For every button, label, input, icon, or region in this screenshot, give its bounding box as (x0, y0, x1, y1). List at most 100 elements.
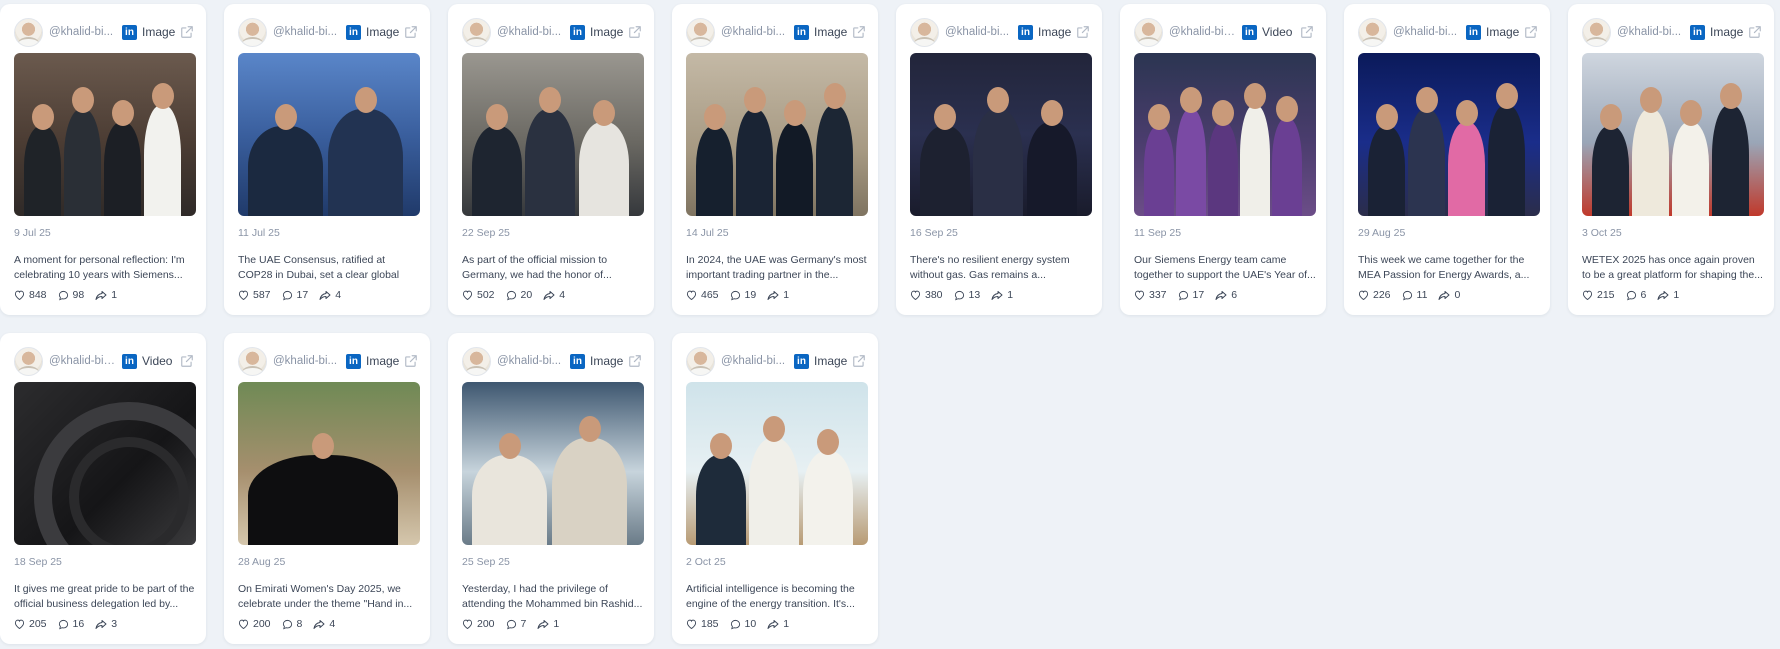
media-type-label: Image (1038, 25, 1072, 39)
post-date: 16 Sep 25 (910, 227, 958, 239)
author-handle[interactable]: @khalid-bin... (49, 355, 117, 367)
external-link-icon[interactable] (1076, 25, 1090, 39)
post-image[interactable] (686, 53, 868, 216)
comments-count: 17 (296, 289, 309, 301)
comments-stat: 17 (1178, 289, 1205, 301)
linkedin-icon: in (346, 353, 361, 369)
post-header: @khalid-bi... in Image (462, 346, 642, 376)
author-handle[interactable]: @khalid-bin... (1169, 26, 1237, 38)
post-image[interactable] (1582, 53, 1764, 216)
author-handle[interactable]: @khalid-bi... (721, 355, 789, 367)
author-handle[interactable]: @khalid-bi... (1617, 26, 1685, 38)
external-link-icon[interactable] (628, 25, 642, 39)
post-date: 3 Oct 25 (1582, 227, 1622, 239)
comments-stat: 6 (1626, 289, 1646, 301)
author-handle[interactable]: @khalid-bi... (497, 355, 565, 367)
post-card[interactable]: @khalid-bi... in Image 9 Jul 25 A moment for… (0, 4, 206, 315)
post-card[interactable]: @khalid-bin... in Video 11 Sep 25 Our Siemen… (1120, 4, 1326, 315)
comments-count: 98 (72, 289, 85, 301)
linkedin-icon: in (1690, 24, 1705, 40)
external-link-icon[interactable] (628, 354, 642, 368)
post-card[interactable]: @khalid-bi... in Image 2 Oct 25 Artificial i… (672, 333, 878, 644)
linkedin-icon: in (794, 24, 809, 40)
post-card[interactable]: @khalid-bi... in Image 22 Sep 25 As part of … (448, 4, 654, 315)
post-image[interactable] (1134, 53, 1316, 216)
linkedin-icon: in (122, 24, 137, 40)
external-link-icon[interactable] (1300, 25, 1314, 39)
media-type-label: Image (590, 25, 624, 39)
post-card[interactable]: @khalid-bi... in Image 25 Sep 25 Yesterday, … (448, 333, 654, 644)
post-stats: 587 17 4 (238, 289, 352, 301)
share-icon (767, 619, 783, 630)
author-handle[interactable]: @khalid-bi... (49, 26, 117, 38)
external-link-icon[interactable] (852, 25, 866, 39)
author-handle[interactable]: @khalid-bi... (497, 26, 565, 38)
post-card[interactable]: @khalid-bi... in Image 16 Sep 25 There's no … (896, 4, 1102, 315)
post-text: Our Siemens Energy team came together to… (1134, 254, 1316, 281)
post-card[interactable]: @khalid-bi... in Image 14 Jul 25 In 2024, th… (672, 4, 878, 315)
post-image[interactable] (238, 53, 420, 216)
author-handle[interactable]: @khalid-bi... (945, 26, 1013, 38)
post-text: A moment for personal reflection: I'm ce… (14, 254, 185, 281)
post-image[interactable] (910, 53, 1092, 216)
author-handle[interactable]: @khalid-bi... (273, 355, 341, 367)
post-image[interactable] (238, 382, 420, 545)
external-link-icon[interactable] (1748, 25, 1762, 39)
post-card[interactable]: @khalid-bi... in Image 28 Aug 25 On Emirati … (224, 333, 430, 644)
shares-stat: 4 (319, 289, 341, 301)
post-date: 29 Aug 25 (1358, 227, 1406, 239)
media-type-label: Image (366, 25, 400, 39)
post-text: Artificial intelligence is becoming the … (686, 583, 855, 610)
comment-icon (58, 290, 73, 301)
external-link-icon[interactable] (1524, 25, 1538, 39)
likes-count: 380 (925, 289, 943, 301)
post-header: @khalid-bi... in Image (238, 346, 418, 376)
post-card[interactable]: @khalid-bin... in Video 18 Sep 25 It gives m… (0, 333, 206, 644)
heart-icon (238, 290, 253, 300)
shares-count: 1 (1673, 289, 1680, 301)
comment-icon (282, 290, 297, 301)
external-link-icon[interactable] (852, 354, 866, 368)
post-image[interactable] (14, 382, 196, 545)
comments-stat: 8 (282, 618, 302, 630)
external-link-icon[interactable] (180, 354, 194, 368)
heart-icon (14, 290, 29, 300)
author-handle[interactable]: @khalid-bi... (721, 26, 789, 38)
post-image[interactable] (686, 382, 868, 545)
author-handle[interactable]: @khalid-bi... (273, 26, 341, 38)
heart-icon (910, 290, 925, 300)
post-image[interactable] (1358, 53, 1540, 216)
media-type-label: Image (366, 354, 400, 368)
post-image[interactable] (14, 53, 196, 216)
author-handle[interactable]: @khalid-bi... (1393, 26, 1461, 38)
post-stats: 380 13 1 (910, 289, 1024, 301)
comments-count: 17 (1192, 289, 1205, 301)
share-icon (537, 619, 553, 630)
likes-count: 200 (253, 618, 271, 630)
comments-count: 7 (520, 618, 527, 630)
likes-stat: 848 (14, 289, 47, 301)
external-link-icon[interactable] (404, 25, 418, 39)
external-link-icon[interactable] (180, 25, 194, 39)
comments-count: 20 (520, 289, 533, 301)
post-image[interactable] (462, 382, 644, 545)
post-text: This week we came together for the MEA P… (1358, 254, 1530, 281)
heart-icon (1134, 290, 1149, 300)
post-text: On Emirati Women's Day 2025, we celebrat… (238, 583, 413, 610)
comment-icon (58, 619, 73, 630)
post-image[interactable] (462, 53, 644, 216)
post-card[interactable]: @khalid-bi... in Image 29 Aug 25 This week w… (1344, 4, 1550, 315)
comments-stat: 13 (954, 289, 980, 301)
post-card[interactable]: @khalid-bi... in Image 3 Oct 25 WETEX 2025 h… (1568, 4, 1774, 315)
post-card[interactable]: @khalid-bi... in Image 11 Jul 25 The UAE Con… (224, 4, 430, 315)
comment-icon (506, 619, 521, 630)
shares-count: 1 (783, 289, 790, 301)
likes-count: 465 (701, 289, 719, 301)
likes-stat: 502 (462, 289, 495, 301)
shares-count: 1 (783, 618, 790, 630)
post-stats: 200 8 4 (238, 618, 346, 630)
external-link-icon[interactable] (404, 354, 418, 368)
post-header: @khalid-bin... in Video (14, 346, 194, 376)
avatar (462, 17, 491, 47)
post-date: 9 Jul 25 (14, 227, 51, 239)
